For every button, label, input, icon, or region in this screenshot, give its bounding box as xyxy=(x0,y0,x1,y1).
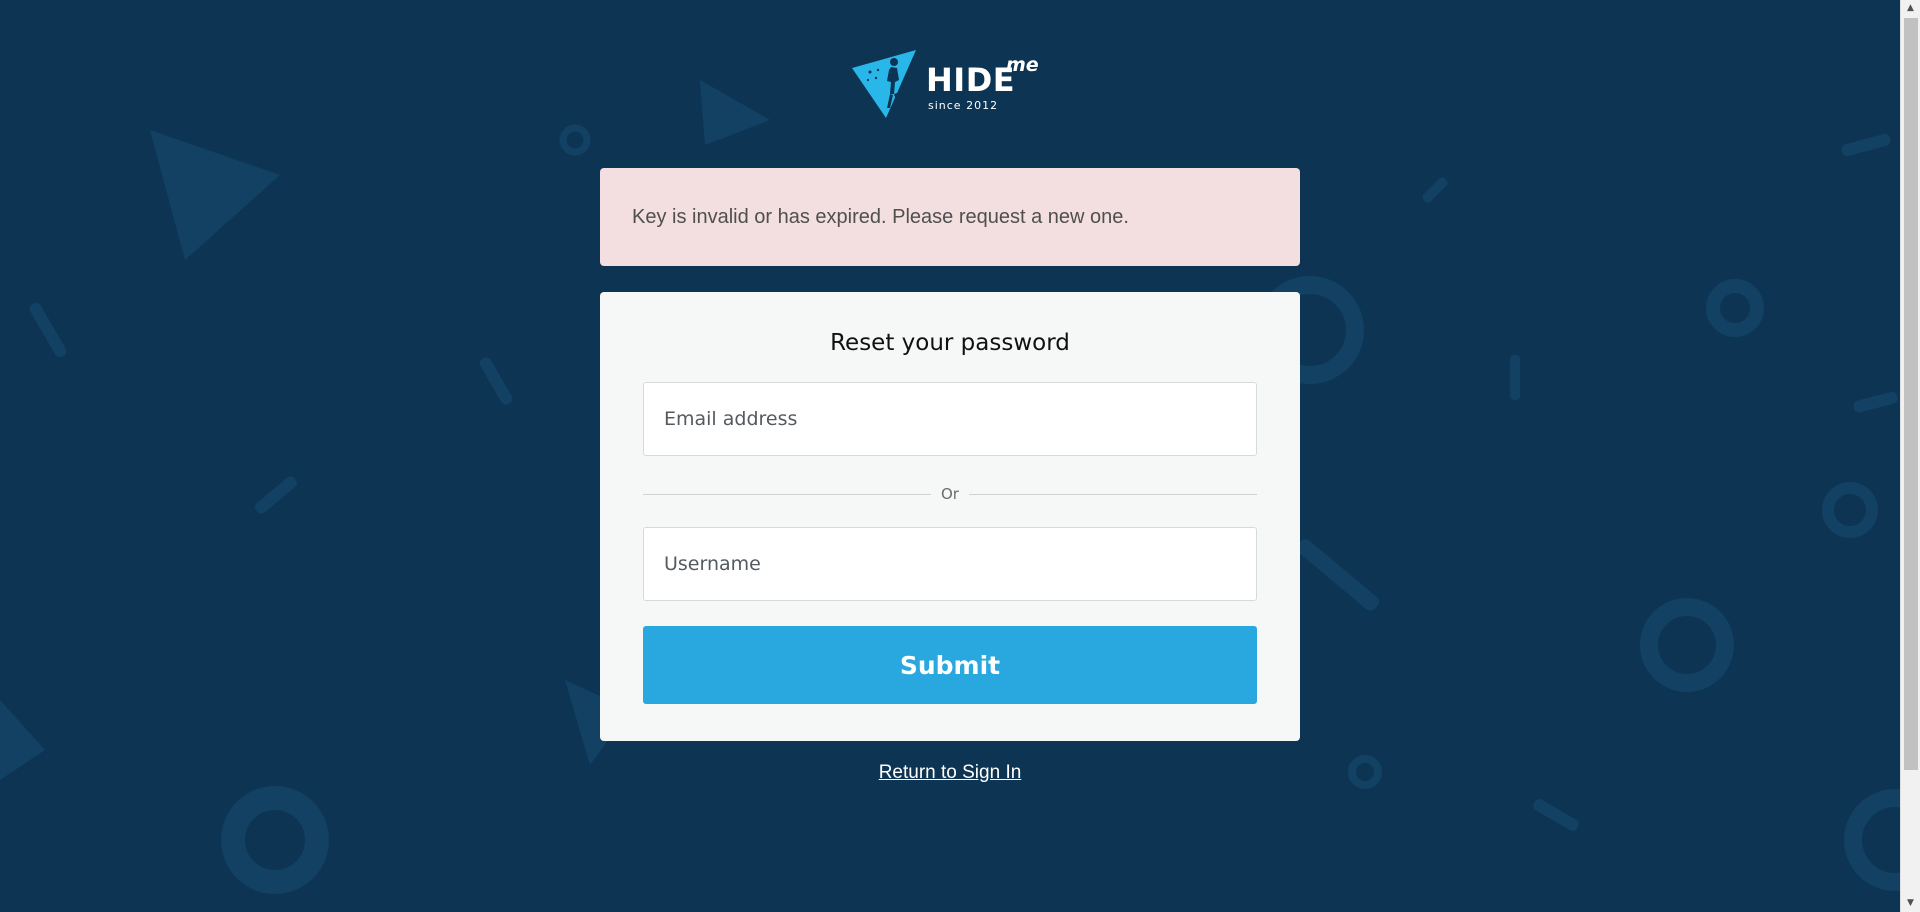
scroll-down-arrow-icon[interactable]: ▼ xyxy=(1901,895,1920,912)
reset-password-card: Reset your password Or Submit xyxy=(600,292,1300,741)
scroll-up-arrow-icon[interactable]: ▲ xyxy=(1901,0,1920,17)
page-title: Reset your password xyxy=(830,330,1070,356)
divider-line-right xyxy=(969,494,1257,495)
logo-brand-text: HIDE xyxy=(926,61,1016,99)
page-scrollbar[interactable]: ▲ ▼ xyxy=(1900,0,1920,912)
email-field[interactable] xyxy=(643,382,1257,456)
scrollbar-thumb[interactable] xyxy=(1904,18,1918,770)
logo-brand-suffix: me xyxy=(1006,54,1039,76)
error-alert: Key is invalid or has expired. Please re… xyxy=(600,168,1300,266)
return-to-sign-in-link[interactable]: Return to Sign In xyxy=(600,762,1300,784)
username-field[interactable] xyxy=(643,527,1257,601)
logo-tagline: since 2012 xyxy=(928,99,999,112)
or-divider: Or xyxy=(643,484,1257,504)
submit-button[interactable]: Submit xyxy=(643,626,1257,704)
reset-password-page: HIDE me since 2012 Key is invalid or has… xyxy=(0,0,1900,912)
hideme-logo[interactable]: HIDE me since 2012 xyxy=(850,48,1050,120)
error-alert-message: Key is invalid or has expired. Please re… xyxy=(632,205,1129,228)
hideme-triangle-logo-icon xyxy=(852,50,916,118)
